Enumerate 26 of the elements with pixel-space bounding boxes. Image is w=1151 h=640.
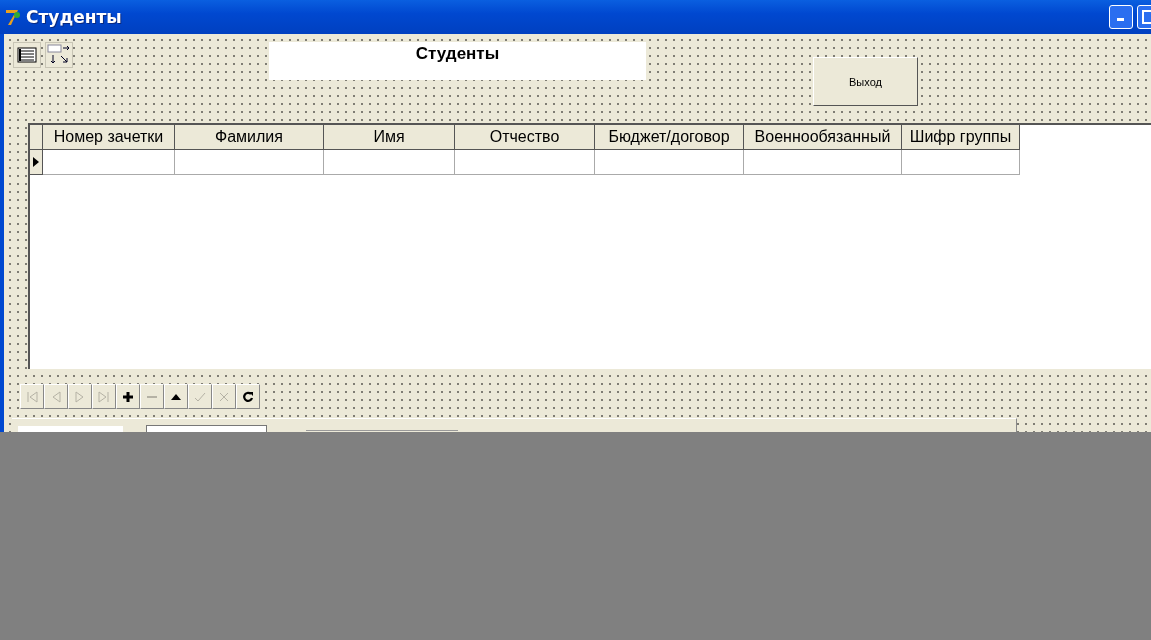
window-title: Студенты bbox=[26, 7, 123, 27]
refresh-button[interactable] bbox=[236, 384, 260, 409]
column-header[interactable]: Фамилия bbox=[175, 125, 324, 150]
column-header[interactable]: Шифр группы bbox=[902, 125, 1020, 150]
app-icon bbox=[4, 7, 22, 27]
plus-icon bbox=[121, 389, 135, 404]
column-header[interactable]: Военнообязанный bbox=[744, 125, 902, 150]
first-record-icon bbox=[25, 389, 39, 404]
edit-button[interactable] bbox=[164, 384, 188, 409]
column-header[interactable]: Номер зачетки bbox=[43, 125, 175, 150]
column-header[interactable]: Отчество bbox=[455, 125, 595, 150]
column-header[interactable]: Бюджет/договор bbox=[595, 125, 744, 150]
exit-button[interactable]: Выход bbox=[813, 57, 918, 106]
minimize-button[interactable] bbox=[1109, 5, 1133, 29]
layout-button[interactable] bbox=[45, 42, 73, 68]
form-heading: Студенты bbox=[269, 42, 646, 80]
current-row-icon bbox=[33, 157, 39, 167]
refresh-icon bbox=[241, 389, 255, 404]
insert-button[interactable] bbox=[116, 384, 140, 409]
minus-icon bbox=[146, 394, 158, 399]
column-header[interactable]: Имя bbox=[324, 125, 455, 150]
table-icon bbox=[17, 47, 37, 63]
arrows-icon bbox=[47, 44, 71, 66]
table-view-button[interactable] bbox=[13, 42, 41, 68]
last-record-icon bbox=[97, 389, 111, 404]
input-field[interactable] bbox=[146, 425, 267, 432]
